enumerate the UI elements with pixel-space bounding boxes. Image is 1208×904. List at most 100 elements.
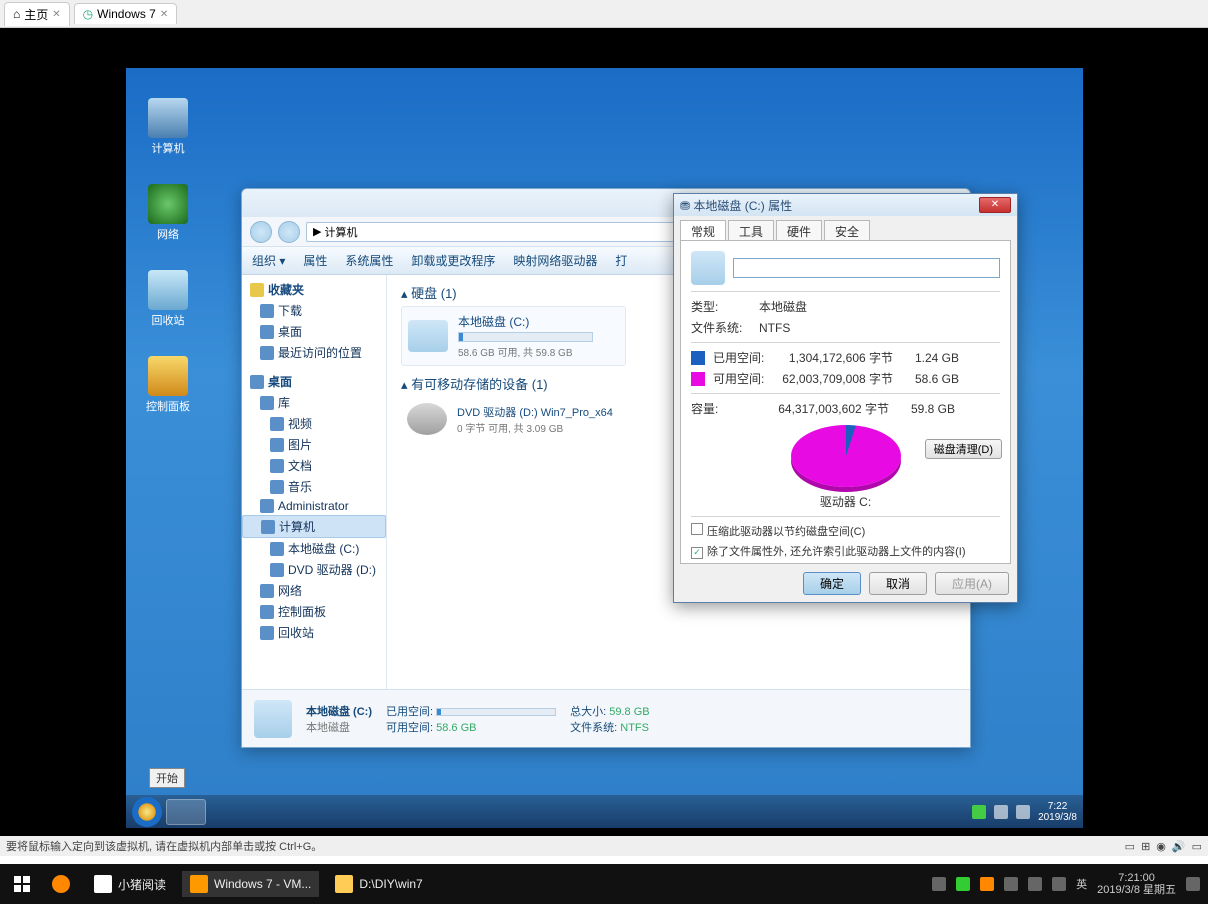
label: 可用空间: xyxy=(713,370,767,387)
compress-checkbox[interactable]: 压缩此驱动器以节约磁盘空间(C) xyxy=(691,523,1000,539)
cancel-button[interactable]: 取消 xyxy=(869,572,927,595)
tab-security[interactable]: 安全 xyxy=(824,220,870,240)
ok-button[interactable]: 确定 xyxy=(803,572,861,595)
taskbar-explorer[interactable] xyxy=(166,799,206,825)
drive-icon: ⛃ xyxy=(680,199,690,213)
tray-icon[interactable] xyxy=(972,805,986,819)
tab-tools[interactable]: 工具 xyxy=(728,220,774,240)
index-checkbox[interactable]: ✓除了文件属性外, 还允许索引此驱动器上文件的内容(I) xyxy=(691,543,1000,559)
lang-indicator[interactable]: 英 xyxy=(1076,876,1087,892)
sidebar-desktop[interactable]: 桌面 xyxy=(242,371,386,392)
sidebar-label: 视频 xyxy=(288,415,312,432)
back-button[interactable] xyxy=(250,221,272,243)
icon-label: 回收站 xyxy=(138,312,198,328)
forward-button[interactable] xyxy=(278,221,300,243)
sidebar-downloads[interactable]: 下载 xyxy=(242,300,386,321)
sidebar-documents[interactable]: 文档 xyxy=(242,455,386,476)
status-icon[interactable]: ◉ xyxy=(1156,840,1166,853)
sidebar-pictures[interactable]: 图片 xyxy=(242,434,386,455)
sidebar-local-c[interactable]: 本地磁盘 (C:) xyxy=(242,538,386,559)
tray-icon[interactable] xyxy=(1028,877,1042,891)
apply-button[interactable]: 应用(A) xyxy=(935,572,1009,595)
desktop-icon xyxy=(250,375,264,389)
sidebar-videos[interactable]: 视频 xyxy=(242,413,386,434)
properties-button[interactable]: 属性 xyxy=(303,252,327,269)
tray-icon[interactable] xyxy=(932,877,946,891)
host-task-reader[interactable]: 小猪阅读 xyxy=(86,871,174,897)
sidebar-label: 控制面板 xyxy=(278,603,326,620)
status-icon[interactable]: ⊞ xyxy=(1141,840,1150,853)
host-clock-date[interactable]: 2019/3/8 星期五 xyxy=(1097,884,1176,896)
details-size: 总大小: 59.8 GB xyxy=(570,703,649,719)
sidebar-music[interactable]: 音乐 xyxy=(242,476,386,497)
map-network-button[interactable]: 映射网络驱动器 xyxy=(513,252,597,269)
desktop-icon-recycle[interactable]: 回收站 xyxy=(138,270,198,328)
details-used: 已用空间: xyxy=(386,703,556,719)
sidebar-recent[interactable]: 最近访问的位置 xyxy=(242,342,386,363)
disk-cleanup-button[interactable]: 磁盘清理(D) xyxy=(925,439,1002,459)
drive-c[interactable]: 本地磁盘 (C:) 58.6 GB 可用, 共 59.8 GB xyxy=(401,306,626,366)
host-start-button[interactable] xyxy=(8,870,36,898)
notifications-icon[interactable] xyxy=(1186,877,1200,891)
details-title: 本地磁盘 (C:) xyxy=(306,703,372,719)
tray-icon[interactable] xyxy=(1052,877,1066,891)
win7-desktop[interactable]: 计算机 网络 回收站 控制面板 开始 ▶ 计算机 xyxy=(126,68,1083,828)
clock-time[interactable]: 7:22 xyxy=(1038,801,1077,812)
app-icon xyxy=(94,875,112,893)
desktop-icon-computer[interactable]: 计算机 xyxy=(138,98,198,156)
close-icon[interactable]: ✕ xyxy=(160,9,168,20)
status-icon[interactable]: ▭ xyxy=(1192,840,1202,853)
label: 容量: xyxy=(691,400,763,417)
vmware-status-bar: 要将鼠标输入定向到该虚拟机, 请在虚拟机内部单击或按 Ctrl+G。 ▭ ⊞ ◉… xyxy=(0,836,1208,856)
sidebar-recycle[interactable]: 回收站 xyxy=(242,622,386,643)
clock-date[interactable]: 2019/3/8 xyxy=(1038,812,1077,823)
dvd-drive[interactable]: DVD 驱动器 (D:) Win7_Pro_x64 0 字节 可用, 共 3.0… xyxy=(401,397,626,441)
sidebar-libraries[interactable]: 库 xyxy=(242,392,386,413)
network-icon xyxy=(260,584,274,598)
host-task-search[interactable] xyxy=(44,871,78,897)
host-clock-time[interactable]: 7:21:00 xyxy=(1097,872,1176,884)
sidebar-desktop-link[interactable]: 桌面 xyxy=(242,321,386,342)
sidebar-control[interactable]: 控制面板 xyxy=(242,601,386,622)
open-button[interactable]: 打 xyxy=(615,252,627,269)
tray-icon[interactable] xyxy=(980,877,994,891)
close-button[interactable]: ✕ xyxy=(979,197,1011,213)
music-icon xyxy=(270,480,284,494)
tray-icon[interactable] xyxy=(994,805,1008,819)
desktop-icon-control[interactable]: 控制面板 xyxy=(138,356,198,414)
tab-vm[interactable]: ◷ Windows 7 ✕ xyxy=(74,3,178,24)
volume-label-input[interactable] xyxy=(733,258,1000,278)
uninstall-button[interactable]: 卸载或更改程序 xyxy=(411,252,495,269)
system-properties-button[interactable]: 系统属性 xyxy=(345,252,393,269)
tab-hardware[interactable]: 硬件 xyxy=(776,220,822,240)
tray-icon[interactable] xyxy=(956,877,970,891)
disk-usage-pie xyxy=(791,425,901,487)
status-icon[interactable]: ▭ xyxy=(1125,840,1135,853)
task-label: 小猪阅读 xyxy=(118,876,166,893)
tab-home[interactable]: ⌂ 主页 ✕ xyxy=(4,2,70,26)
sidebar-dvd[interactable]: DVD 驱动器 (D:) xyxy=(242,559,386,580)
drive-name: DVD 驱动器 (D:) Win7_Pro_x64 xyxy=(457,404,613,420)
dialog-titlebar[interactable]: ⛃ 本地磁盘 (C:) 属性 ✕ xyxy=(674,194,1017,216)
desktop-icon-network[interactable]: 网络 xyxy=(138,184,198,242)
close-icon[interactable]: ✕ xyxy=(52,9,60,20)
tray-icon[interactable] xyxy=(1004,877,1018,891)
sidebar-favorites[interactable]: 收藏夹 xyxy=(242,279,386,300)
tray-icon[interactable] xyxy=(1016,805,1030,819)
details-pane: 本地磁盘 (C:) 本地磁盘 已用空间: 可用空间: 58.6 GB 总大小: … xyxy=(242,689,970,747)
tab-general[interactable]: 常规 xyxy=(680,220,726,240)
sidebar-label: 收藏夹 xyxy=(268,281,304,298)
status-icon[interactable]: 🔊 xyxy=(1172,840,1186,853)
drive-icon xyxy=(691,251,725,285)
dialog-buttons: 确定 取消 应用(A) xyxy=(674,564,1017,603)
sidebar-computer[interactable]: 计算机 xyxy=(242,515,386,538)
sidebar-admin[interactable]: Administrator xyxy=(242,497,386,515)
host-task-folder[interactable]: D:\DIY\win7 xyxy=(327,871,430,897)
sidebar-network[interactable]: 网络 xyxy=(242,580,386,601)
organize-button[interactable]: 组织 ▾ xyxy=(252,252,285,269)
sidebar-label: 文档 xyxy=(288,457,312,474)
value: 1,304,172,606 字节 xyxy=(775,349,893,366)
computer-icon xyxy=(261,520,275,534)
host-task-vmware[interactable]: Windows 7 - VM... xyxy=(182,871,319,897)
start-button[interactable] xyxy=(132,797,162,827)
